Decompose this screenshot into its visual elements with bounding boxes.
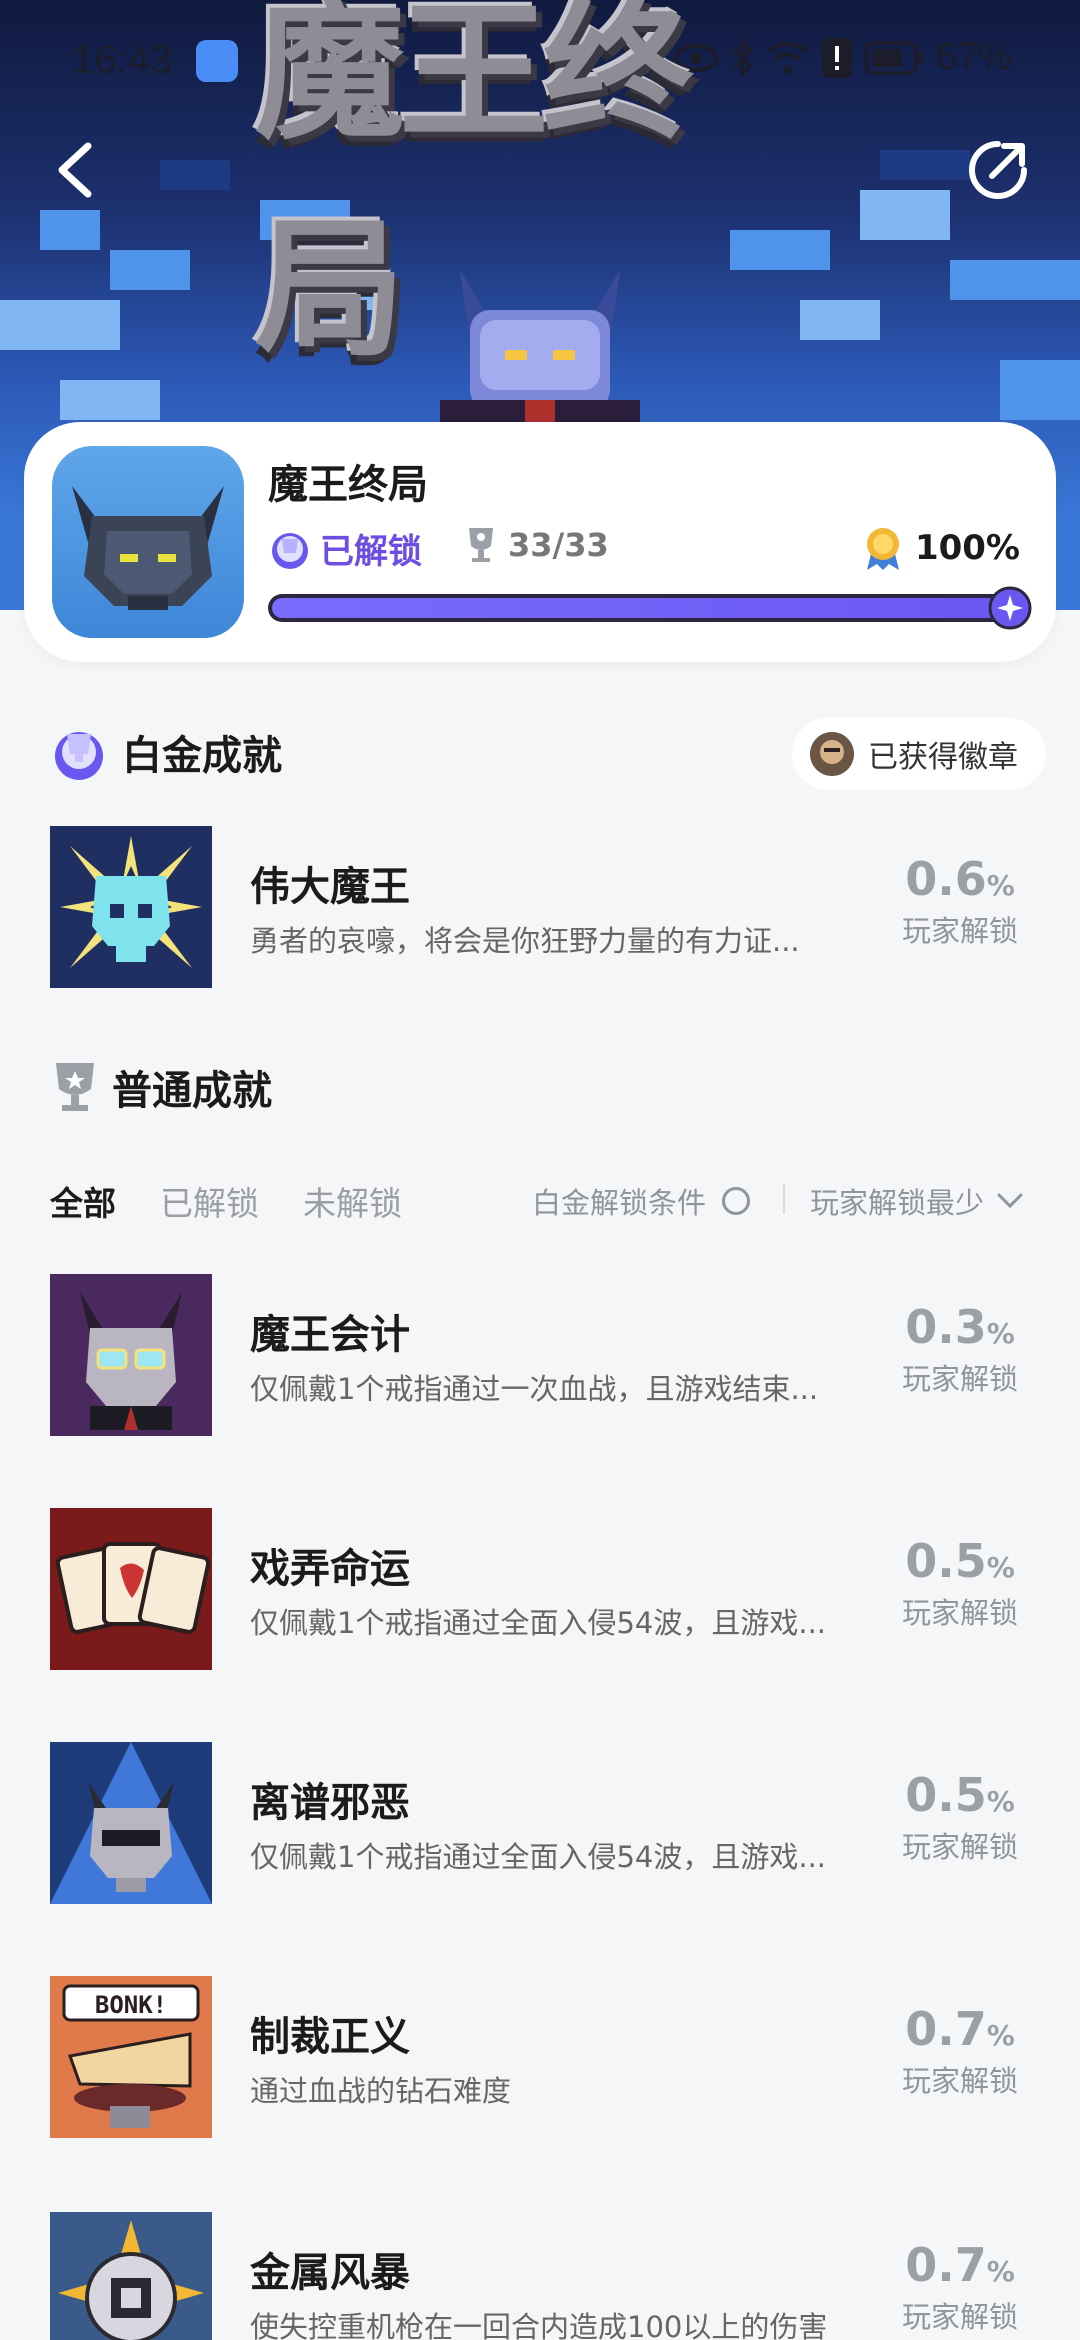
app-store-icon — [196, 40, 238, 82]
rate-unit: % — [986, 2255, 1015, 2288]
achievement-rate: 0.3% 玩家解锁 — [890, 1300, 1030, 1398]
back-icon[interactable] — [50, 140, 100, 200]
platinum-trophy-icon — [272, 532, 308, 569]
rate-unit: % — [986, 1785, 1015, 1818]
achievement-rate: 0.6% 玩家解锁 — [890, 852, 1030, 950]
sort-label: 玩家解锁最少 — [810, 1186, 985, 1220]
achievement-icon — [50, 1742, 212, 1904]
achievement-row[interactable]: 金属风暴 使失控重机枪在一回合内造成100以上的伤害 0.7% 玩家解锁 — [50, 2212, 1030, 2340]
progress-star-icon — [988, 586, 1032, 630]
medal-icon — [866, 528, 899, 570]
achievement-title: 戏弄命运 — [250, 1546, 410, 1592]
rate-value: 0.5 — [905, 1534, 987, 1588]
game-title: 魔王终局 — [268, 462, 428, 508]
battery-icon — [864, 40, 923, 75]
completion-text: 100% — [914, 528, 1020, 568]
platinum-section-header: 白金成就 — [50, 722, 282, 782]
tab-all[interactable]: 全部 — [50, 1177, 116, 1225]
trophy-icon — [56, 1063, 94, 1111]
radio-circle-icon — [722, 1187, 751, 1215]
achievement-rate: 0.5% 玩家解锁 — [890, 1534, 1030, 1632]
earned-badge-button[interactable]: 已获得徽章 — [792, 718, 1046, 790]
achievement-icon — [50, 1508, 212, 1670]
achievement-rate: 0.7% 玩家解锁 — [890, 2238, 1030, 2336]
achievement-title: 魔王会计 — [250, 1312, 410, 1358]
rate-unit: % — [986, 2019, 1015, 2052]
battery-level: 67% — [935, 36, 1012, 78]
achievement-row[interactable]: 伟大魔王 勇者的哀嚎，将会是你狂野力量的有力证... 0.6% 玩家解锁 — [50, 826, 1030, 990]
rate-label: 玩家解锁 — [901, 1830, 1018, 1864]
tab-unlocked[interactable]: 已解锁 — [160, 1177, 259, 1225]
share-icon[interactable] — [966, 138, 1030, 202]
rate-label: 玩家解锁 — [901, 1596, 1018, 1630]
rate-value: 0.5 — [905, 1768, 987, 1822]
achievement-title: 伟大魔王 — [250, 864, 410, 910]
normal-section-title: 普通成就 — [112, 1068, 272, 1114]
achievement-desc: 仅佩戴1个戒指通过一次血战，且游戏结束... — [250, 1372, 819, 1406]
completion-percent: 100% — [863, 526, 1020, 570]
platinum-condition-label: 白金解锁条件 — [532, 1186, 707, 1220]
divider — [783, 1184, 785, 1214]
game-logo: 魔王终局 — [255, 0, 825, 377]
demon-character-art — [440, 270, 640, 450]
platinum-trophy-icon — [55, 732, 103, 780]
achievement-row[interactable]: 魔王会计 仅佩戴1个戒指通过一次血战，且游戏结束... 0.3% 玩家解锁 — [50, 1274, 1030, 1438]
trophy-icon — [469, 528, 493, 562]
rate-label: 玩家解锁 — [901, 2064, 1018, 2098]
achievement-rate: 0.5% 玩家解锁 — [890, 1768, 1030, 1866]
sort-dropdown[interactable]: 玩家解锁最少 — [810, 1180, 1024, 1222]
achievement-rate: 0.7% 玩家解锁 — [890, 2002, 1030, 2100]
achievement-title: 金属风暴 — [250, 2250, 410, 2296]
bonk-text: BONK! — [95, 1991, 167, 2019]
game-logo-text: 魔王终局 — [255, 0, 693, 377]
rate-unit: % — [986, 1317, 1015, 1350]
trophy-count-text: 33/33 — [508, 526, 609, 564]
rate-unit: % — [986, 1551, 1015, 1584]
earned-badge-label: 已获得徽章 — [868, 740, 1018, 775]
achievement-icon — [50, 1274, 212, 1436]
game-summary-card: 魔王终局 已解锁 33/33 100% — [24, 422, 1056, 662]
rate-value: 0.3 — [905, 1300, 987, 1354]
achievement-icon — [50, 2212, 212, 2340]
achievement-title: 离谱邪恶 — [250, 1780, 410, 1826]
achievement-icon: BONK! — [50, 1976, 212, 2138]
trophy-count: 33/33 — [466, 526, 609, 564]
rate-value: 0.6 — [905, 852, 987, 906]
filter-bar: 全部 已解锁 未解锁 白金解锁条件 玩家解锁最少 — [50, 1176, 1040, 1226]
achievement-desc: 仅佩戴1个戒指通过全面入侵54波，且游戏... — [250, 1606, 827, 1640]
achievement-title: 制裁正义 — [250, 2014, 410, 2060]
game-app-icon — [52, 446, 244, 638]
normal-section-header: 普通成就 — [52, 1058, 272, 1116]
unlock-label: 已解锁 — [320, 532, 422, 572]
chevron-down-icon — [997, 1193, 1023, 1209]
achievement-desc: 通过血战的钻石难度 — [250, 2074, 512, 2108]
alert-icon — [821, 37, 852, 78]
progress-fill — [272, 598, 1004, 618]
unlock-status: 已解锁 — [268, 524, 422, 573]
rate-value: 0.7 — [905, 2238, 987, 2292]
rate-value: 0.7 — [905, 2002, 987, 2056]
achievement-row[interactable]: 离谱邪恶 仅佩戴1个戒指通过全面入侵54波，且游戏... 0.5% 玩家解锁 — [50, 1742, 1030, 1906]
achievement-desc: 勇者的哀嚎，将会是你狂野力量的有力证... — [250, 924, 800, 958]
status-time: 16:43 — [72, 38, 173, 82]
achievement-desc: 仅佩戴1个戒指通过全面入侵54波，且游戏... — [250, 1840, 827, 1874]
rate-label: 玩家解锁 — [901, 1362, 1018, 1396]
achievement-row[interactable]: 戏弄命运 仅佩戴1个戒指通过全面入侵54波，且游戏... 0.5% 玩家解锁 — [50, 1508, 1030, 1672]
progress-bar — [268, 594, 1008, 622]
achievement-desc: 使失控重机枪在一回合内造成100以上的伤害 — [250, 2310, 828, 2340]
achievement-icon — [50, 826, 212, 988]
platinum-condition-toggle[interactable]: 白金解锁条件 — [532, 1180, 751, 1222]
badge-avatar-icon — [810, 732, 854, 776]
rate-unit: % — [986, 869, 1015, 902]
platinum-section-title: 白金成就 — [122, 733, 282, 779]
tab-locked[interactable]: 未解锁 — [303, 1177, 402, 1225]
achievement-row[interactable]: BONK! 制裁正义 通过血战的钻石难度 0.7% 玩家解锁 — [50, 1976, 1030, 2140]
rate-label: 玩家解锁 — [901, 2300, 1018, 2334]
rate-label: 玩家解锁 — [901, 914, 1018, 948]
